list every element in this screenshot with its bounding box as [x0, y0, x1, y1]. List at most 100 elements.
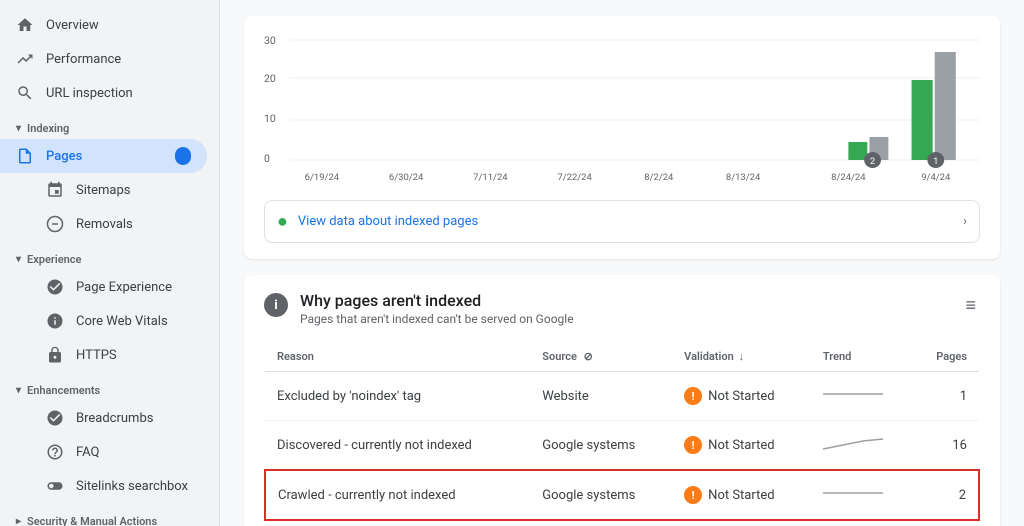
chart-area: 30 20 10 0	[264, 32, 980, 192]
row1-reason: Excluded by 'noindex' tag	[265, 372, 530, 421]
sidebar-removals-label: Removals	[76, 217, 133, 232]
chevron-icon-2: ▾	[16, 254, 21, 265]
sidebar-item-overview[interactable]: Overview	[0, 8, 207, 42]
table-footer: Rows per page 10 25 50 1-3 of 3 ‹ ›	[264, 521, 980, 526]
svg-text:9/4/24: 9/4/24	[921, 172, 950, 183]
svg-text:8/2/24: 8/2/24	[644, 172, 673, 183]
sidebar-item-page-experience[interactable]: Page Experience	[0, 270, 207, 304]
chevron-icon-4: ▸	[16, 516, 21, 526]
sidebar-item-pages[interactable]: Pages	[0, 139, 207, 173]
svg-text:20: 20	[264, 72, 276, 85]
sidebar-https-label: HTTPS	[76, 348, 117, 363]
bar-chart: 30 20 10 0	[264, 32, 980, 192]
https-icon	[46, 346, 64, 364]
page-experience-icon	[46, 278, 64, 296]
view-data-row[interactable]: ● View data about indexed pages ›	[264, 200, 980, 243]
trend-chart-1	[823, 382, 883, 406]
sidebar-sitelinks-label: Sitelinks searchbox	[76, 479, 188, 494]
performance-icon	[16, 50, 34, 68]
svg-text:8/24/24: 8/24/24	[831, 172, 865, 183]
security-section-label: ▸ Security & Manual Actions	[0, 503, 219, 526]
svg-text:0: 0	[264, 152, 270, 165]
removals-icon	[46, 215, 64, 233]
sidebar-item-removals[interactable]: Removals	[0, 207, 207, 241]
sitemaps-icon	[46, 181, 64, 199]
col-validation: Validation ↓	[672, 342, 811, 372]
home-icon	[16, 16, 34, 34]
row1-source: Website	[530, 372, 672, 421]
sidebar-item-faq[interactable]: FAQ	[0, 435, 207, 469]
status-badge: ! Not Started	[684, 387, 799, 405]
sidebar-item-core-web-vitals[interactable]: Core Web Vitals	[0, 304, 207, 338]
svg-text:7/22/24: 7/22/24	[557, 172, 591, 183]
info-icon: i	[264, 293, 288, 317]
indexing-section-label: ▾ Indexing	[0, 110, 219, 139]
trend-chart-2	[823, 431, 883, 455]
sidebar-item-sitelinks[interactable]: Sitelinks searchbox	[0, 469, 207, 503]
search-icon	[16, 84, 34, 102]
not-indexed-table: Reason Source ⊘ Validation ↓ Trend Pages	[264, 342, 980, 521]
active-badge	[175, 147, 191, 165]
row3-validation: ! Not Started	[672, 470, 811, 520]
section-subtitle: Pages that aren't indexed can't be serve…	[300, 312, 574, 326]
core-web-vitals-icon	[46, 312, 64, 330]
svg-text:7/11/24: 7/11/24	[473, 172, 507, 183]
row2-validation: ! Not Started	[672, 421, 811, 471]
sidebar-url-inspection-label: URL inspection	[46, 86, 133, 101]
col-reason: Reason	[265, 342, 530, 372]
sidebar-item-breadcrumbs[interactable]: Breadcrumbs	[0, 401, 207, 435]
svg-text:6/30/24: 6/30/24	[389, 172, 423, 183]
status-icon: !	[684, 387, 702, 405]
sidebar-pages-label: Pages	[46, 149, 82, 164]
trend-chart-3	[823, 481, 883, 505]
row1-trend	[811, 372, 913, 421]
table-row[interactable]: Discovered - currently not indexed Googl…	[265, 421, 979, 471]
view-data-left: ● View data about indexed pages	[277, 211, 478, 232]
table-row[interactable]: Excluded by 'noindex' tag Website ! Not …	[265, 372, 979, 421]
svg-text:1: 1	[933, 156, 938, 167]
chart-card: 30 20 10 0	[244, 16, 1000, 259]
section-title-block: i Why pages aren't indexed Pages that ar…	[264, 291, 574, 326]
status-badge: ! Not Started	[684, 436, 799, 454]
experience-section-label: ▾ Experience	[0, 241, 219, 270]
sidebar-sitemaps-label: Sitemaps	[76, 183, 131, 198]
sidebar-item-https[interactable]: HTTPS	[0, 338, 207, 372]
section-title-text: Why pages aren't indexed Pages that aren…	[300, 291, 574, 326]
sidebar-page-experience-label: Page Experience	[76, 280, 172, 295]
row1-pages: 1	[913, 372, 979, 421]
section-header: i Why pages aren't indexed Pages that ar…	[264, 291, 980, 326]
section-title: Why pages aren't indexed	[300, 291, 574, 310]
row3-source: Google systems	[530, 470, 672, 520]
filter-icon[interactable]: ≡	[961, 291, 980, 320]
sidebar-item-performance[interactable]: Performance	[0, 42, 207, 76]
sidebar-item-sitemaps[interactable]: Sitemaps	[0, 173, 207, 207]
svg-text:8/13/24: 8/13/24	[726, 172, 760, 183]
svg-text:10: 10	[264, 112, 276, 125]
svg-text:30: 30	[264, 34, 276, 47]
sidebar-core-web-vitals-label: Core Web Vitals	[76, 314, 168, 329]
sidebar-performance-label: Performance	[46, 52, 121, 67]
table-row-highlighted[interactable]: Crawled - currently not indexed Google s…	[265, 470, 979, 520]
row1-validation: ! Not Started	[672, 372, 811, 421]
row3-trend	[811, 470, 913, 520]
row2-source: Google systems	[530, 421, 672, 471]
breadcrumbs-icon	[46, 409, 64, 427]
status-icon: !	[684, 436, 702, 454]
col-pages: Pages	[913, 342, 979, 372]
sitelinks-icon	[46, 477, 64, 495]
row3-pages: 2	[913, 470, 979, 520]
col-source: Source ⊘	[530, 342, 672, 372]
row3-reason: Crawled - currently not indexed	[265, 470, 530, 520]
enhancements-section-label: ▾ Enhancements	[0, 372, 219, 401]
table-header: Reason Source ⊘ Validation ↓ Trend Pages	[265, 342, 979, 372]
sort-icon: ↓	[738, 350, 744, 363]
sidebar-overview-label: Overview	[46, 18, 99, 33]
row2-reason: Discovered - currently not indexed	[265, 421, 530, 471]
sidebar-faq-label: FAQ	[76, 445, 99, 460]
sidebar-item-url-inspection[interactable]: URL inspection	[0, 76, 207, 110]
help-icon: ⊘	[584, 350, 593, 363]
chevron-icon: ▾	[16, 123, 21, 134]
svg-text:2: 2	[870, 156, 875, 167]
chevron-right-icon: ›	[963, 214, 967, 229]
main-content: 30 20 10 0	[220, 0, 1024, 526]
